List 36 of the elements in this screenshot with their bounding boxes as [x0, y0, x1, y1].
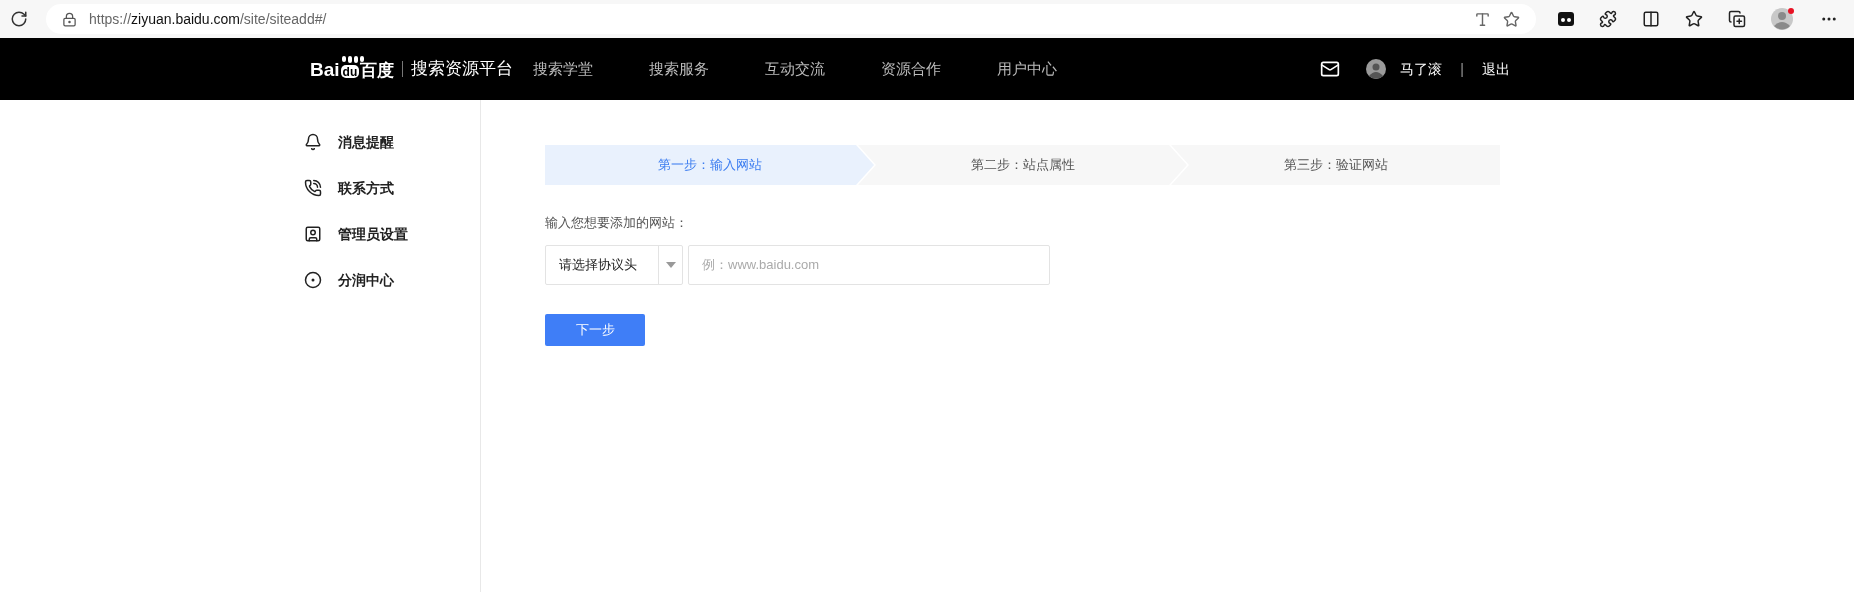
bell-icon	[304, 133, 322, 151]
split-screen-icon[interactable]	[1642, 10, 1660, 28]
nav-link[interactable]: 互动交流	[765, 57, 826, 81]
user-avatar-icon[interactable]	[1366, 59, 1387, 79]
collections-icon[interactable]	[1728, 10, 1746, 28]
dropdown-triangle-icon	[665, 261, 676, 268]
separator-text: |	[1460, 59, 1464, 79]
favorites-icon[interactable]	[1685, 10, 1703, 28]
sidebar-link[interactable]: 管理员设置	[338, 223, 408, 245]
platform-title: 搜索资源平台	[411, 58, 514, 81]
form-label: 输入您想要添加的网站：	[545, 214, 689, 232]
user-name-link[interactable]: 马了滚	[1400, 58, 1443, 80]
nav-link[interactable]: 搜索学堂	[533, 57, 594, 81]
add-favorite-icon[interactable]	[1503, 10, 1520, 28]
circle-dot-icon	[304, 271, 322, 289]
url-text[interactable]: https://ziyuan.baidu.com/site/siteadd#/	[89, 8, 327, 30]
next-step-button[interactable]: 下一步	[545, 313, 645, 346]
protocol-select[interactable]: 请选择协议头	[545, 244, 683, 285]
sidebar-link[interactable]: 消息提醒	[338, 131, 394, 153]
nav-link[interactable]: 搜索服务	[649, 57, 710, 81]
nav-link[interactable]: 资源合作	[881, 57, 942, 81]
nav-link[interactable]: 用户中心	[997, 57, 1058, 81]
puzzle-icon[interactable]	[1599, 10, 1617, 28]
user-card-icon	[304, 225, 322, 243]
extension-icon[interactable]	[1558, 12, 1574, 26]
lock-icon[interactable]	[62, 11, 77, 27]
mail-icon[interactable]	[1320, 59, 1341, 79]
sidebar-link[interactable]: 分润中心	[338, 269, 394, 291]
baidu-logo[interactable]: Bai du 百度	[310, 59, 395, 79]
logout-link[interactable]: 退出	[1482, 58, 1510, 80]
sidebar-link[interactable]: 联系方式	[338, 177, 394, 199]
phone-icon	[304, 179, 322, 197]
website-input[interactable]: 例：www.baidu.com	[688, 244, 1050, 285]
reload-icon[interactable]	[10, 10, 28, 28]
address-bar[interactable]: https://ziyuan.baidu.com/site/siteadd#/	[46, 4, 1536, 34]
profile-avatar-icon[interactable]	[1771, 7, 1795, 31]
